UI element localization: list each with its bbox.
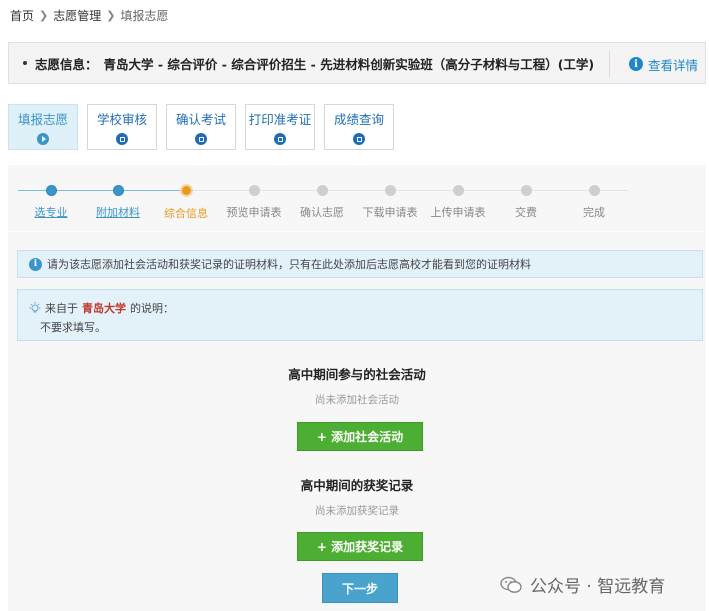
tab-label: 学校审核 (96, 112, 147, 127)
school-note-box: 来自于 青岛大学 的说明： 不要求填写。 (17, 289, 703, 341)
step-confirm-choice: 确认志愿 (292, 185, 352, 220)
process-tabs: 填报志愿 学校审核 确认考试 打印准考证 成绩查询 (8, 104, 403, 150)
chevron-right-icon: ❯ (106, 8, 116, 22)
step-dot (248, 185, 260, 196)
step-dot (588, 185, 600, 196)
info-label: 志愿信息： (35, 56, 98, 72)
breadcrumb-current: 填报志愿 (120, 8, 169, 23)
step-dot (179, 184, 193, 197)
step-label: 预览申请表 (226, 206, 282, 219)
breadcrumb-home[interactable]: 首页 (10, 7, 34, 24)
step-progress: 选专业 附加材料 综合信息 预览申请表 确认志愿 下载申请表 上传申请表 交费 … (8, 165, 706, 231)
view-details-label: 查看详情 (648, 57, 699, 73)
tab-label: 打印准考证 (248, 112, 312, 127)
view-details-link[interactable]: i 查看详情 (629, 43, 698, 85)
bullet-icon (23, 61, 27, 65)
activities-title: 高中期间参与的社会活动 (288, 367, 426, 382)
divider (609, 51, 610, 77)
awards-title: 高中期间的获奖记录 (300, 478, 414, 493)
step-label: 选专业 (34, 206, 68, 219)
step-label: 综合信息 (164, 207, 208, 220)
tab-print-admission-ticket[interactable]: 打印准考证 (245, 104, 315, 150)
tab-label: 成绩查询 (333, 112, 384, 127)
chevron-right-icon: ❯ (39, 8, 49, 22)
step-label: 确认志愿 (300, 206, 344, 219)
lock-icon (274, 133, 286, 145)
note-suffix: 的说明： (130, 302, 174, 315)
lock-icon (195, 133, 207, 145)
add-activity-button[interactable]: + 添加社会活动 (297, 422, 423, 451)
step-payment: 交费 (496, 185, 556, 220)
step-complete: 完成 (564, 185, 624, 220)
step-dot (384, 185, 396, 196)
play-icon (37, 133, 49, 145)
tab-fill-application[interactable]: 填报志愿 (8, 104, 78, 150)
notice-text: 请为该志愿添加社会活动和获奖记录的证明材料，只有在此处添加后志愿高校才能看到您的… (47, 258, 531, 271)
add-award-button[interactable]: + 添加获奖记录 (297, 532, 423, 561)
step-label: 上传申请表 (430, 206, 486, 219)
breadcrumb-manage[interactable]: 志愿管理 (53, 7, 101, 24)
next-step-button[interactable]: 下一步 (322, 573, 398, 603)
step-upload-application: 上传申请表 (428, 185, 488, 220)
tab-label: 填报志愿 (17, 112, 68, 127)
step-label: 交费 (515, 206, 537, 219)
step-label: 完成 (583, 206, 605, 219)
step-dot (45, 185, 57, 196)
info-value: 青岛大学 - 综合评价 - 综合评价招生 - 先进材料创新实验班（高分子材料与工… (103, 56, 595, 72)
step-dot (316, 185, 328, 196)
lock-icon (353, 133, 365, 145)
step-comprehensive-info: 综合信息 (156, 184, 216, 221)
info-icon: i (629, 57, 643, 71)
lightbulb-icon (29, 302, 41, 313)
tab-score-query[interactable]: 成绩查询 (324, 104, 394, 150)
notice-banner: i 请为该志愿添加社会活动和获奖记录的证明材料，只有在此处添加后志愿高校才能看到… (17, 250, 703, 278)
breadcrumb: 首页 ❯ 志愿管理 ❯ 填报志愿 (10, 6, 168, 24)
step-preview-application: 预览申请表 (224, 185, 284, 220)
application-info-bar: 志愿信息： 青岛大学 - 综合评价 - 综合评价招生 - 先进材料创新实验班（高… (8, 42, 706, 84)
tab-confirm-exam[interactable]: 确认考试 (166, 104, 236, 150)
step-label: 附加材料 (96, 206, 140, 219)
note-prefix: 来自于 (45, 302, 78, 315)
tab-school-review[interactable]: 学校审核 (87, 104, 157, 150)
watermark-text: 公众号 · 智远教育 (530, 577, 666, 597)
note-school: 青岛大学 (82, 302, 126, 315)
step-additional-materials[interactable]: 附加材料 (88, 185, 148, 220)
step-dot (520, 185, 532, 196)
note-body: 不要求填写。 (40, 321, 106, 334)
main-content: i 请为该志愿添加社会活动和获奖记录的证明材料，只有在此处添加后志愿高校才能看到… (8, 232, 706, 611)
watermark: 公众号 · 智远教育 (500, 572, 665, 597)
wechat-icon (500, 576, 522, 593)
lock-icon (116, 133, 128, 145)
step-download-application: 下载申请表 (360, 185, 420, 220)
info-icon: i (29, 257, 42, 271)
awards-empty-text: 尚未添加获奖记录 (315, 505, 399, 517)
step-dot (452, 185, 464, 196)
step-select-major[interactable]: 选专业 (21, 185, 81, 220)
activities-empty-text: 尚未添加社会活动 (315, 394, 399, 406)
step-label: 下载申请表 (362, 206, 418, 219)
step-dot (112, 185, 124, 196)
tab-label: 确认考试 (175, 112, 226, 127)
